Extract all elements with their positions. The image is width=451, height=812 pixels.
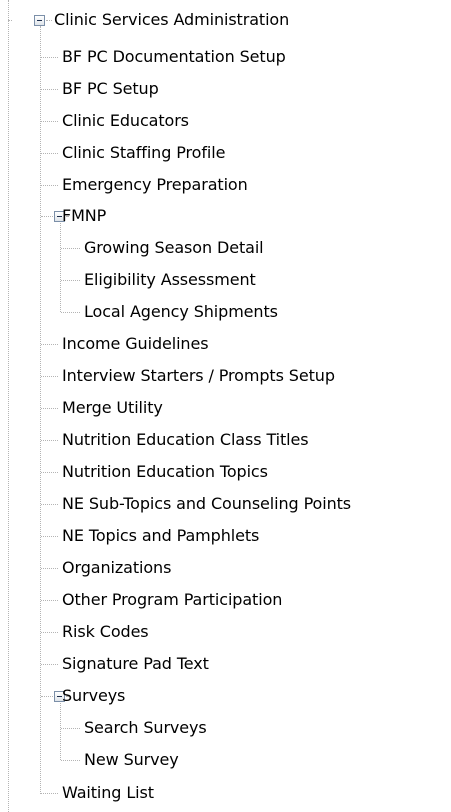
tree-node-label: FMNP [62,206,107,225]
tree-view: Clinic Services Administration BF PC Doc… [0,0,451,812]
tree-node-label: Income Guidelines [62,334,209,353]
tree-connector [61,760,80,761]
tree-connector [41,568,58,569]
tree-node-surveys[interactable]: Surveys [62,680,125,712]
tree-node-label: Clinic Staffing Profile [62,143,226,162]
tree-node[interactable]: Organizations [62,552,171,584]
tree-connector [41,600,58,601]
tree-node-label: Other Program Participation [62,590,283,609]
tree-node-label: NE Topics and Pamphlets [62,526,260,545]
tree-node-label: Local Agency Shipments [84,302,278,321]
tree-node[interactable]: Emergency Preparation [62,169,248,201]
tree-node-label: Emergency Preparation [62,175,248,194]
tree-connector [41,793,58,794]
tree-node-label: BF PC Documentation Setup [62,47,286,66]
tree-node-label: New Survey [84,750,179,769]
tree-node-label: Clinic Services Administration [54,10,290,29]
tree-connector [8,20,12,21]
tree-node[interactable]: BF PC Setup [62,73,159,105]
tree-connector [41,185,58,186]
tree-node[interactable]: Growing Season Detail [84,232,264,264]
tree-node[interactable]: Search Surveys [84,712,207,744]
tree-node[interactable]: Local Agency Shipments [84,296,278,328]
tree-connector [41,89,58,90]
collapse-icon[interactable] [34,15,45,26]
tree-node[interactable]: Risk Codes [62,616,149,648]
tree-node[interactable]: New Survey [84,744,179,776]
tree-connector [61,312,80,313]
tree-connector [61,248,80,249]
tree-connector [41,408,58,409]
tree-connector [41,153,58,154]
tree-node[interactable]: Waiting List [62,777,154,809]
tree-node-label: Search Surveys [84,718,207,737]
tree-node-label: Clinic Educators [62,111,189,130]
tree-connector [41,472,58,473]
tree-node-label: Interview Starters / Prompts Setup [62,366,335,385]
tree-connector [41,216,53,217]
tree-node-label: Merge Utility [62,398,163,417]
tree-connector [41,504,58,505]
tree-node-label: Waiting List [62,783,154,802]
tree-node-label: BF PC Setup [62,79,159,98]
tree-connector [41,376,58,377]
tree-node-label: NE Sub-Topics and Counseling Points [62,494,352,513]
tree-connector [61,728,80,729]
tree-connector [46,20,52,21]
tree-node[interactable]: Nutrition Education Topics [62,456,268,488]
tree-node[interactable]: Clinic Staffing Profile [62,137,225,169]
tree-node[interactable]: BF PC Documentation Setup [62,41,286,73]
tree-connector [8,0,9,812]
tree-node-label: Organizations [62,558,172,577]
tree-connector [40,26,41,794]
tree-node[interactable]: Interview Starters / Prompts Setup [62,360,335,392]
tree-connector [41,121,58,122]
tree-node-label: Nutrition Education Class Titles [62,430,309,449]
tree-node[interactable]: Other Program Participation [62,584,282,616]
tree-connector [60,703,61,760]
tree-node-root[interactable]: Clinic Services Administration [54,4,289,36]
tree-connector [41,664,58,665]
tree-connector [41,440,58,441]
tree-node[interactable]: Merge Utility [62,392,163,424]
tree-node-label: Growing Season Detail [84,238,264,257]
tree-node[interactable]: Income Guidelines [62,328,209,360]
tree-node[interactable]: NE Sub-Topics and Counseling Points [62,488,351,520]
tree-connector [41,696,53,697]
tree-node-label: Nutrition Education Topics [62,462,268,481]
tree-node[interactable]: Eligibility Assessment [84,264,256,296]
tree-connector [61,280,80,281]
tree-node[interactable]: Clinic Educators [62,105,189,137]
tree-node-fmnp[interactable]: FMNP [62,200,106,232]
tree-node[interactable]: NE Topics and Pamphlets [62,520,259,552]
tree-node-label: Signature Pad Text [62,654,209,673]
tree-node-label: Eligibility Assessment [84,270,256,289]
tree-connector [41,57,58,58]
tree-connector [41,632,58,633]
tree-connector [60,223,61,312]
tree-node[interactable]: Signature Pad Text [62,648,209,680]
tree-connector [41,344,58,345]
tree-connector [41,536,58,537]
tree-node-label: Risk Codes [62,622,149,641]
tree-node-label: Surveys [62,686,126,705]
tree-node[interactable]: Nutrition Education Class Titles [62,424,309,456]
